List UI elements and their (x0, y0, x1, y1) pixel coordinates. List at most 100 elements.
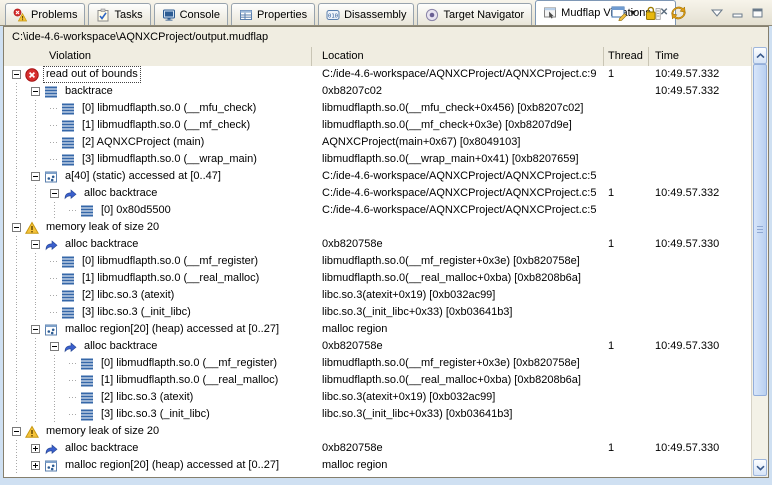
tab-tasks[interactable]: Tasks (88, 3, 150, 25)
table-row[interactable]: [3] libc.so.3 (_init_libc)libc.so.3(_ini… (4, 406, 751, 423)
table-row[interactable]: [1] libmudflapth.so.0 (__real_malloc)lib… (4, 372, 751, 389)
tree-rail (31, 202, 50, 219)
tree-rail (12, 338, 31, 355)
collapse-minus-icon[interactable] (31, 325, 40, 334)
view-menu-button[interactable] (710, 8, 724, 18)
console-icon (162, 8, 176, 22)
backtrace-icon (80, 204, 94, 218)
thread-cell: 1 (604, 185, 649, 202)
tab-problems[interactable]: Problems (5, 3, 85, 25)
collapse-minus-icon[interactable] (50, 189, 59, 198)
column-header-thread[interactable]: Thread (604, 47, 649, 66)
table-row[interactable]: alloc backtraceC:/ide-4.6-workspace/AQNX… (4, 185, 751, 202)
tree-rail (31, 117, 50, 134)
thread-cell (604, 287, 649, 304)
table-row[interactable]: malloc region[20] (heap) accessed at [0.… (4, 321, 751, 338)
table-row[interactable]: memory leak of size 20 (4, 219, 751, 236)
table-row[interactable]: [1] libmudflapth.so.0 (__mf_check)libmud… (4, 117, 751, 134)
maximize-button[interactable] (751, 7, 764, 19)
collapse-minus-icon[interactable] (31, 240, 40, 249)
table-row[interactable]: [0] libmudflapth.so.0 (__mf_register)lib… (4, 253, 751, 270)
violation-cell: [3] libc.so.3 (_init_libc) (4, 406, 312, 423)
scrollbar-thumb[interactable] (753, 64, 767, 396)
violation-label: [1] libmudflapth.so.0 (__real_malloc) (98, 372, 281, 389)
collapse-minus-icon[interactable] (12, 427, 21, 436)
column-header-location[interactable]: Location (312, 47, 604, 66)
table-row[interactable]: alloc backtrace0xb820758e110:49.57.330 (4, 440, 751, 457)
tab-properties[interactable]: Properties (231, 3, 315, 25)
collapse-minus-icon[interactable] (50, 342, 59, 351)
violation-cell: memory leak of size 20 (4, 219, 312, 236)
refresh-button[interactable] (669, 4, 688, 22)
log-actions-button[interactable] (610, 4, 637, 22)
table-row[interactable]: read out of boundsC:/ide-4.6-workspace/A… (4, 66, 751, 83)
tree-rail (12, 202, 31, 219)
table-row[interactable]: alloc backtrace0xb820758e110:49.57.330 (4, 236, 751, 253)
location-cell: libmudflapth.so.0(__real_malloc+0xba) [0… (312, 270, 604, 287)
table-row[interactable]: [0] libmudflapth.so.0 (__mfu_check)libmu… (4, 100, 751, 117)
tree-rail (50, 355, 69, 372)
table-row[interactable]: [3] libmudflapth.so.0 (__wrap_main)libmu… (4, 151, 751, 168)
vertical-scrollbar[interactable] (751, 47, 768, 477)
violation-cell: read out of bounds (4, 66, 312, 83)
scroll-up-button[interactable] (753, 47, 767, 64)
refresh-icon (670, 5, 687, 21)
svg-text:010: 010 (328, 13, 338, 19)
collapse-minus-icon[interactable] (12, 223, 21, 232)
thread-cell (604, 457, 649, 474)
tree-rail (50, 202, 69, 219)
violation-cell: [2] AQNXCProject (main) (4, 134, 312, 151)
collapse-minus-icon[interactable] (31, 87, 40, 96)
table-row[interactable]: [1] libmudflapth.so.0 (__real_malloc)lib… (4, 270, 751, 287)
table-row[interactable]: memory leak of size 20 (4, 423, 751, 440)
disassembly-icon: 010 (326, 8, 340, 22)
collapse-minus-icon[interactable] (12, 70, 21, 79)
violation-cell: [0] libmudflapth.so.0 (__mfu_check) (4, 100, 312, 117)
backtrace-icon (61, 272, 75, 286)
collapse-minus-icon[interactable] (31, 172, 40, 181)
violation-cell: [1] libmudflapth.so.0 (__real_malloc) (4, 372, 312, 389)
table-row[interactable]: a[40] (static) accessed at [0..47]C:/ide… (4, 168, 751, 185)
violation-cell: [2] libc.so.3 (atexit) (4, 287, 312, 304)
thread-cell (604, 355, 649, 372)
table-row[interactable]: [2] libc.so.3 (atexit)libc.so.3(atexit+0… (4, 287, 751, 304)
violation-label: [1] libmudflapth.so.0 (__mf_check) (79, 117, 253, 134)
file-path-label: C:\ide-4.6-workspace\AQNXCProject/output… (4, 27, 768, 47)
location-cell (312, 219, 604, 236)
time-cell (649, 389, 751, 406)
tab-label: Tasks (114, 9, 142, 21)
tree-rail (12, 151, 31, 168)
table-row[interactable]: [0] 0x80d5500C:/ide-4.6-workspace/AQNXCP… (4, 202, 751, 219)
table-row[interactable]: [2] libc.so.3 (atexit)libc.so.3(atexit+0… (4, 389, 751, 406)
thread-cell: 1 (604, 338, 649, 355)
expand-plus-icon[interactable] (31, 461, 40, 470)
properties-icon (239, 8, 253, 22)
tree-rail (31, 270, 50, 287)
violation-label: [0] libmudflapth.so.0 (__mf_register) (98, 355, 280, 372)
column-header-violation[interactable]: Violation (4, 47, 312, 66)
tab-target-navigator[interactable]: Target Navigator (417, 3, 532, 25)
location-cell: 0xb820758e (312, 440, 604, 457)
dropdown-arrow-icon[interactable] (630, 11, 636, 15)
violation-label: [2] libc.so.3 (atexit) (98, 389, 196, 406)
thread-cell (604, 304, 649, 321)
table-row[interactable]: alloc backtrace0xb820758e110:49.57.330 (4, 338, 751, 355)
expand-plus-icon[interactable] (31, 444, 40, 453)
table-row[interactable]: [3] libc.so.3 (_init_libc)libc.so.3(_ini… (4, 304, 751, 321)
location-cell: 0xb820758e (312, 236, 604, 253)
table-row[interactable]: malloc region[20] (heap) accessed at [0.… (4, 457, 751, 474)
table-row[interactable]: backtrace0xb8207c0210:49.57.332 (4, 83, 751, 100)
tree-twig (50, 295, 59, 296)
tab-console[interactable]: Console (154, 3, 228, 25)
table-row[interactable]: [2] AQNXCProject (main)AQNXCProject(main… (4, 134, 751, 151)
backtrace-icon (61, 119, 75, 133)
location-cell: 0xb8207c02 (312, 83, 604, 100)
location-cell: malloc region (312, 457, 604, 474)
table-row[interactable]: [0] libmudflapth.so.0 (__mf_register)lib… (4, 355, 751, 372)
time-cell (649, 151, 751, 168)
tab-disassembly[interactable]: 010Disassembly (318, 3, 414, 25)
minimize-button[interactable] (731, 8, 744, 19)
violation-cell: [3] libc.so.3 (_init_libc) (4, 304, 312, 321)
scroll-down-button[interactable] (753, 459, 767, 476)
scroll-lock-button[interactable] (644, 4, 662, 22)
